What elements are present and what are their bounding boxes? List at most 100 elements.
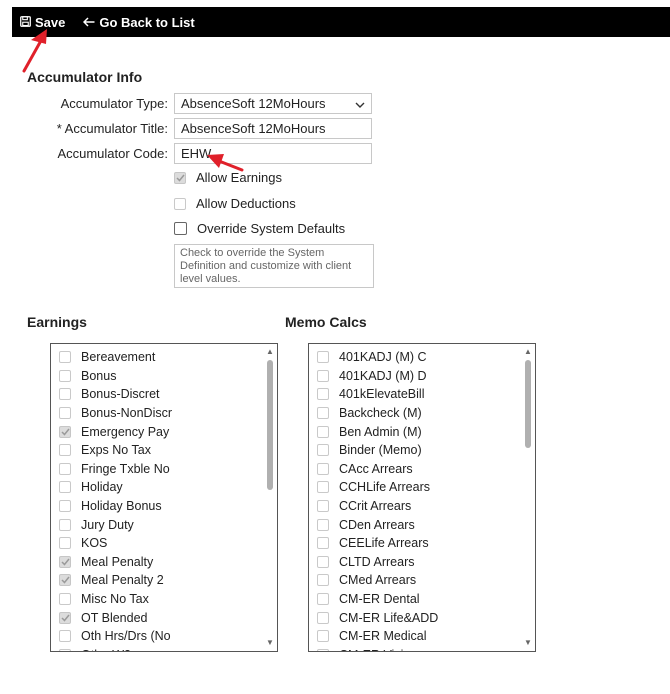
list-item-checkbox[interactable] [59,444,71,457]
list-item-checkbox[interactable] [59,351,71,364]
list-item[interactable]: Binder (Memo) [317,441,438,460]
override-defaults-checkbox[interactable] [174,222,187,235]
list-item-checkbox[interactable] [317,500,329,513]
list-item-checkbox[interactable] [317,351,329,364]
list-item[interactable]: Bonus-Discret [59,385,172,404]
list-item[interactable]: 401kElevateBill [317,385,438,404]
list-item-checkbox[interactable] [317,574,329,587]
list-item-checkbox[interactable] [317,388,329,401]
list-item[interactable]: CDen Arrears [317,515,438,534]
list-item-checkbox[interactable] [59,518,71,531]
list-item-checkbox[interactable] [59,648,71,651]
scroll-up-icon[interactable]: ▲ [266,348,274,356]
accumulator-code-input[interactable]: EHW [174,143,372,164]
list-item-checkbox[interactable] [59,574,71,587]
list-item[interactable]: Fringe Txble No [59,460,172,479]
list-item-checkbox[interactable] [317,518,329,531]
list-item[interactable]: CCHLife Arrears [317,478,438,497]
list-item[interactable]: Backcheck (M) [317,404,438,423]
list-item[interactable]: Meal Penalty [59,553,172,572]
check-icon [60,614,70,622]
accumulator-title-input[interactable]: AbsenceSoft 12MoHours [174,118,372,139]
list-item[interactable]: KOS [59,534,172,553]
list-item[interactable]: Bonus [59,367,172,386]
list-item[interactable]: CEELife Arrears [317,534,438,553]
list-item-checkbox[interactable] [59,388,71,401]
list-item[interactable]: CM-ER Life&ADD [317,608,438,627]
allow-earnings-checkbox[interactable] [174,171,186,184]
accumulator-code-value: EHW [181,146,212,161]
list-item-checkbox[interactable] [317,369,329,382]
list-item-checkbox[interactable] [59,425,71,438]
list-item[interactable]: CAcc Arrears [317,460,438,479]
list-item[interactable]: Jury Duty [59,515,172,534]
list-item-checkbox[interactable] [317,648,329,651]
list-item[interactable]: Exps No Tax [59,441,172,460]
allow-earnings-checkbox-row[interactable]: Allow Earnings [174,170,282,185]
accumulator-type-label: Accumulator Type: [60,96,168,111]
scroll-down-icon[interactable]: ▼ [266,639,274,647]
list-item[interactable]: Emergency Pay [59,422,172,441]
page-margin [0,0,12,694]
list-item[interactable]: OT Blended [59,608,172,627]
list-item-checkbox[interactable] [59,555,71,568]
list-item-checkbox[interactable] [317,555,329,568]
list-item[interactable]: Bonus-NonDiscr [59,404,172,423]
allow-deductions-checkbox-row[interactable]: Allow Deductions [174,196,296,211]
allow-deductions-label: Allow Deductions [196,196,296,211]
list-item-label: Meal Penalty 2 [81,573,164,588]
memo-calcs-scroll-thumb[interactable] [525,360,531,448]
list-item-checkbox[interactable] [317,481,329,494]
save-button[interactable]: Save [20,15,65,30]
list-item-checkbox[interactable] [317,630,329,643]
scroll-up-icon[interactable]: ▲ [524,348,532,356]
list-item[interactable]: CMed Arrears [317,571,438,590]
list-item[interactable]: CLTD Arrears [317,553,438,572]
list-item[interactable]: Meal Penalty 2 [59,571,172,590]
list-item-checkbox[interactable] [317,593,329,606]
list-item[interactable]: 401KADJ (M) D [317,367,438,386]
list-item-checkbox[interactable] [59,537,71,550]
list-item-label: Fringe Txble No [81,461,170,476]
list-item-checkbox[interactable] [317,537,329,550]
list-item-checkbox[interactable] [59,369,71,382]
list-item-checkbox[interactable] [317,407,329,420]
list-item-checkbox[interactable] [59,611,71,624]
list-item[interactable]: CCrit Arrears [317,497,438,516]
accumulator-type-select[interactable]: AbsenceSoft 12MoHours [174,93,372,114]
list-item[interactable]: Ben Admin (M) [317,422,438,441]
list-item[interactable]: Holiday Bonus [59,497,172,516]
list-item[interactable]: Oth Hrs/Drs (No [59,627,172,646]
list-item-checkbox[interactable] [59,630,71,643]
earnings-scroll-thumb[interactable] [267,360,273,490]
list-item-checkbox[interactable] [59,462,71,475]
list-item[interactable]: 401KADJ (M) C [317,348,438,367]
go-back-button[interactable]: Go Back to List [83,15,195,30]
list-item-label: Meal Penalty [81,554,154,569]
list-item-checkbox[interactable] [317,462,329,475]
list-item-checkbox[interactable] [59,407,71,420]
list-item-checkbox[interactable] [59,593,71,606]
list-item[interactable]: Holiday [59,478,172,497]
list-item[interactable]: Misc No Tax [59,590,172,609]
list-item-checkbox[interactable] [59,500,71,513]
earnings-list[interactable]: Bereavement Bonus Bonus-Discret Bonus-NonDi… [50,343,278,652]
list-item[interactable]: Bereavement [59,348,172,367]
memo-calcs-scrollbar[interactable]: ▲ ▼ [521,344,535,651]
list-item[interactable]: CM-ER Vision [317,646,438,651]
list-item[interactable]: OtherW2 [59,646,172,651]
list-item[interactable]: CM-ER Medical [317,627,438,646]
arrow-left-icon [83,15,95,30]
list-item-checkbox[interactable] [317,444,329,457]
list-item-checkbox[interactable] [59,481,71,494]
earnings-scrollbar[interactable]: ▲ ▼ [263,344,277,651]
list-item-checkbox[interactable] [317,425,329,438]
allow-deductions-checkbox[interactable] [174,197,186,210]
override-defaults-checkbox-row[interactable]: Override System Defaults [174,221,345,236]
list-item-checkbox[interactable] [317,611,329,624]
memo-calcs-list[interactable]: 401KADJ (M) C 401KADJ (M) D 401kElevateBil… [308,343,536,652]
scroll-down-icon[interactable]: ▼ [524,639,532,647]
list-item[interactable]: CM-ER Dental [317,590,438,609]
list-item-label: Bonus-Discret [81,387,160,402]
list-item-label: Backcheck (M) [339,406,422,421]
